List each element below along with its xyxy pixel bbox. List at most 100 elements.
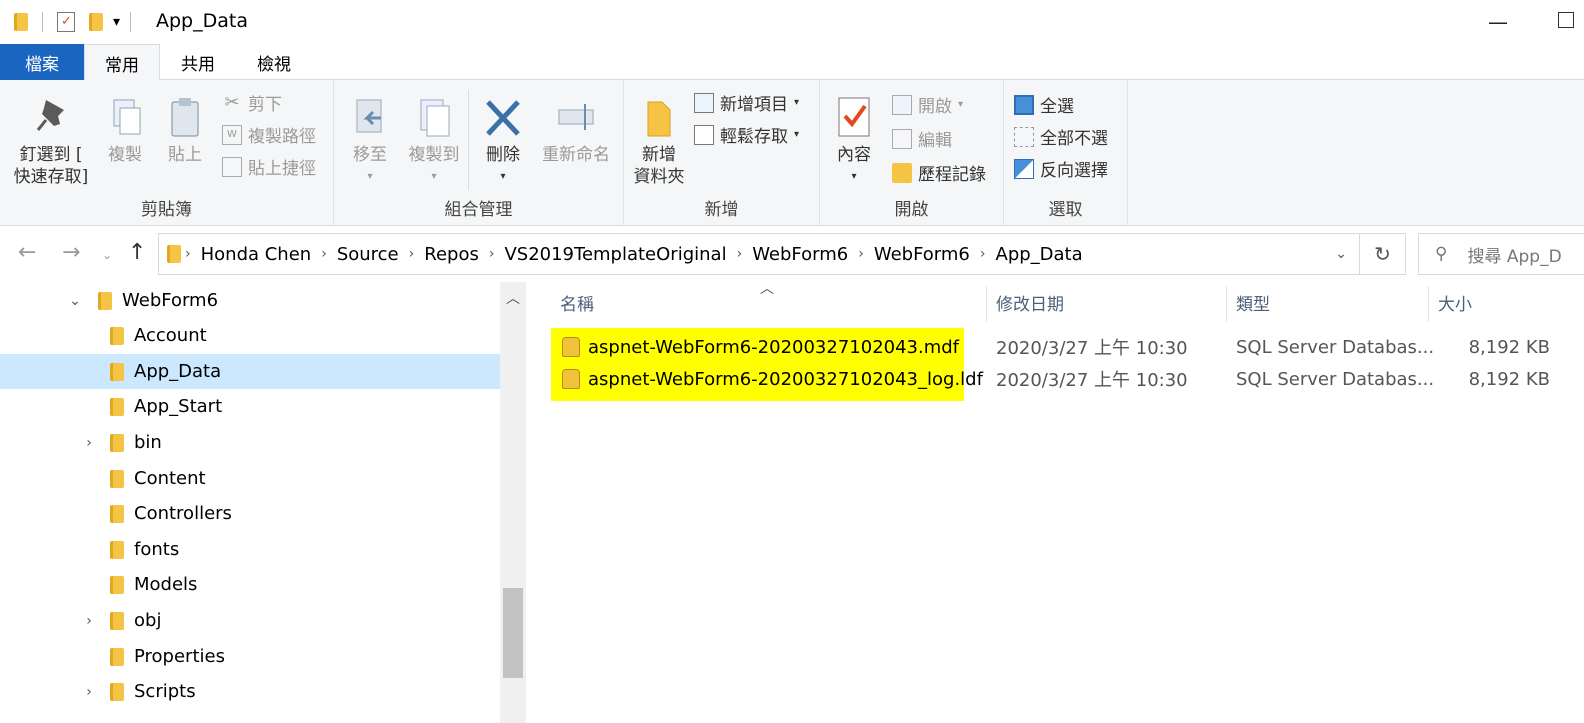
new-group: 新增 資料夾 新增項目 ▾ 輕鬆存取 ▾ 新增 [624,80,820,226]
tree-item-account[interactable]: Account [0,318,500,353]
move-to-button[interactable]: 移至 ▾ [344,96,396,188]
open-group: 內容 ▾ 開啟 ▾ 編輯 歷程記錄 開啟 [820,80,1004,226]
invert-selection-button[interactable]: 反向選擇 [1014,156,1108,181]
paste-button[interactable]: 貼上 [160,96,210,166]
column-header-size[interactable]: 大小 [1438,290,1472,320]
expand-chevron-icon[interactable]: › [80,684,98,700]
breadcrumb-item[interactable]: App_Data [996,244,1083,265]
history-button[interactable]: 歷程記錄 [892,160,986,185]
edit-button[interactable]: 編輯 [892,126,952,151]
copy-path-button[interactable]: W 複製路徑 [222,122,316,147]
copy-icon [113,99,141,135]
folder-icon [110,433,124,452]
column-divider[interactable] [1428,286,1429,322]
clipboard-group-label: 剪貼簿 [141,200,192,220]
tree-item-app-start[interactable]: App_Start [0,389,500,424]
minimize-button[interactable]: — [1488,10,1508,34]
tree-item-scripts[interactable]: › Scripts [0,674,500,709]
tree-item-controllers[interactable]: Controllers [0,496,500,531]
folder-icon [110,575,124,594]
column-divider[interactable] [1226,286,1227,322]
new-folder-button[interactable]: 新增 資料夾 [628,96,690,188]
select-all-icon [1014,94,1034,115]
select-all-button[interactable]: 全選 [1014,92,1074,117]
folder-icon [110,647,124,666]
recent-locations-button[interactable]: ⌄ [102,248,112,262]
cut-button[interactable]: ✂ 剪下 [222,90,282,115]
back-button[interactable]: ← [18,240,36,265]
folder-icon [98,291,112,310]
organize-group: 移至 ▾ 複製到 ▾ 刪除 ▾ 重新命名 組合管理 [334,80,624,226]
copy-to-button[interactable]: 複製到 ▾ [402,96,466,188]
column-header-name[interactable]: 名稱 [560,290,594,320]
column-header-type[interactable]: 類型 [1236,290,1270,320]
address-bar[interactable]: › Honda Chen › Source › Repos › VS2019Te… [158,233,1360,275]
forward-button[interactable]: → [62,240,80,265]
file-row[interactable]: aspnet-WebForm6-20200327102043.mdf 2020/… [526,331,1584,363]
chevron-down-icon[interactable]: ⌄ [1335,246,1347,262]
breadcrumb-item[interactable]: Source [337,244,399,265]
chevron-down-icon: ▾ [431,171,437,182]
expand-chevron-icon[interactable]: › [80,613,98,629]
file-list: ︿ 名稱 修改日期 類型 大小 aspnet-WebForm6-20200327… [526,281,1584,723]
expand-chevron-icon[interactable]: › [80,435,98,451]
properties-quick-icon[interactable]: ✓ [57,12,75,32]
tree-item-models[interactable]: Models [0,567,500,602]
copy-to-icon [420,99,450,137]
tab-view[interactable]: 檢視 [236,44,312,81]
ribbon: 釘選到 [ 快速存取] 複製 貼上 ✂ 剪下 W 複製路徑 貼上捷徑 剪貼簿 移… [0,80,1584,226]
navigation-bar: ← → ⌄ ↑ › Honda Chen › Source › Repos › … [0,226,1584,282]
tree-item-properties[interactable]: Properties [0,639,500,674]
breadcrumb-item[interactable]: VS2019TemplateOriginal [504,244,726,265]
breadcrumb-item[interactable]: WebForm6 [752,244,848,265]
column-header-date[interactable]: 修改日期 [996,290,1064,320]
clipboard-group: 釘選到 [ 快速存取] 複製 貼上 ✂ 剪下 W 複製路徑 貼上捷徑 剪貼簿 [0,80,334,226]
chevron-down-icon: ▾ [367,171,373,182]
tab-file[interactable]: 檔案 [0,44,84,81]
scroll-up-icon[interactable]: ︿ [500,288,526,308]
move-to-icon [356,99,382,133]
pin-icon [36,100,64,131]
file-row[interactable]: aspnet-WebForm6-20200327102043_log.ldf 2… [526,363,1584,395]
scroll-thumb[interactable] [503,588,523,678]
rename-button[interactable]: 重新命名 [536,96,616,166]
maximize-button[interactable] [1558,12,1574,28]
breadcrumb-item[interactable]: Repos [424,244,479,265]
properties-icon [838,97,870,137]
properties-button[interactable]: 內容 ▾ [828,96,880,188]
tree-item-bin[interactable]: › bin [0,425,500,460]
search-box[interactable]: ⚲ 搜尋 App_D [1418,233,1584,275]
pin-quick-access-button[interactable]: 釘選到 [ 快速存取] [10,96,92,188]
tab-share[interactable]: 共用 [160,44,236,81]
refresh-button[interactable]: ↻ [1360,233,1406,275]
file-type: SQL Server Databas... [1236,336,1435,358]
tab-home[interactable]: 常用 [84,44,160,81]
new-folder-quick-icon[interactable] [89,13,103,31]
quick-access-dropdown[interactable]: ▾ [113,14,120,30]
divider [42,12,43,32]
copy-button[interactable]: 複製 [100,96,150,166]
paste-shortcut-button[interactable]: 貼上捷徑 [222,154,316,179]
tree-item-app-data[interactable]: App_Data [0,354,500,389]
select-none-button[interactable]: 全部不選 [1014,124,1108,149]
delete-button[interactable]: 刪除 ▾ [478,96,528,188]
file-type: SQL Server Databas... [1236,368,1435,390]
window-title: App_Data [156,10,248,32]
rename-icon [558,104,594,130]
breadcrumb-item[interactable]: WebForm6 [874,244,970,265]
column-divider[interactable] [986,286,987,322]
up-button[interactable]: ↑ [128,240,146,265]
collapse-chevron-icon[interactable]: ⌄ [66,293,84,309]
tree-item-obj[interactable]: › obj [0,603,500,638]
tree-item-content[interactable]: Content [0,461,500,496]
open-icon [892,94,912,115]
tree-scrollbar[interactable]: ︿ [500,282,526,723]
ribbon-tabs: 檔案 常用 共用 檢視 [0,44,1584,81]
easy-access-button[interactable]: 輕鬆存取 ▾ [694,122,799,147]
breadcrumb-item[interactable]: Honda Chen [201,244,312,265]
new-item-button[interactable]: 新增項目 ▾ [694,90,799,115]
open-button[interactable]: 開啟 ▾ [892,92,963,117]
folder-icon [110,540,124,559]
tree-item-fonts[interactable]: fonts [0,532,500,567]
tree-item-webform6[interactable]: ⌄ WebForm6 [0,283,500,318]
